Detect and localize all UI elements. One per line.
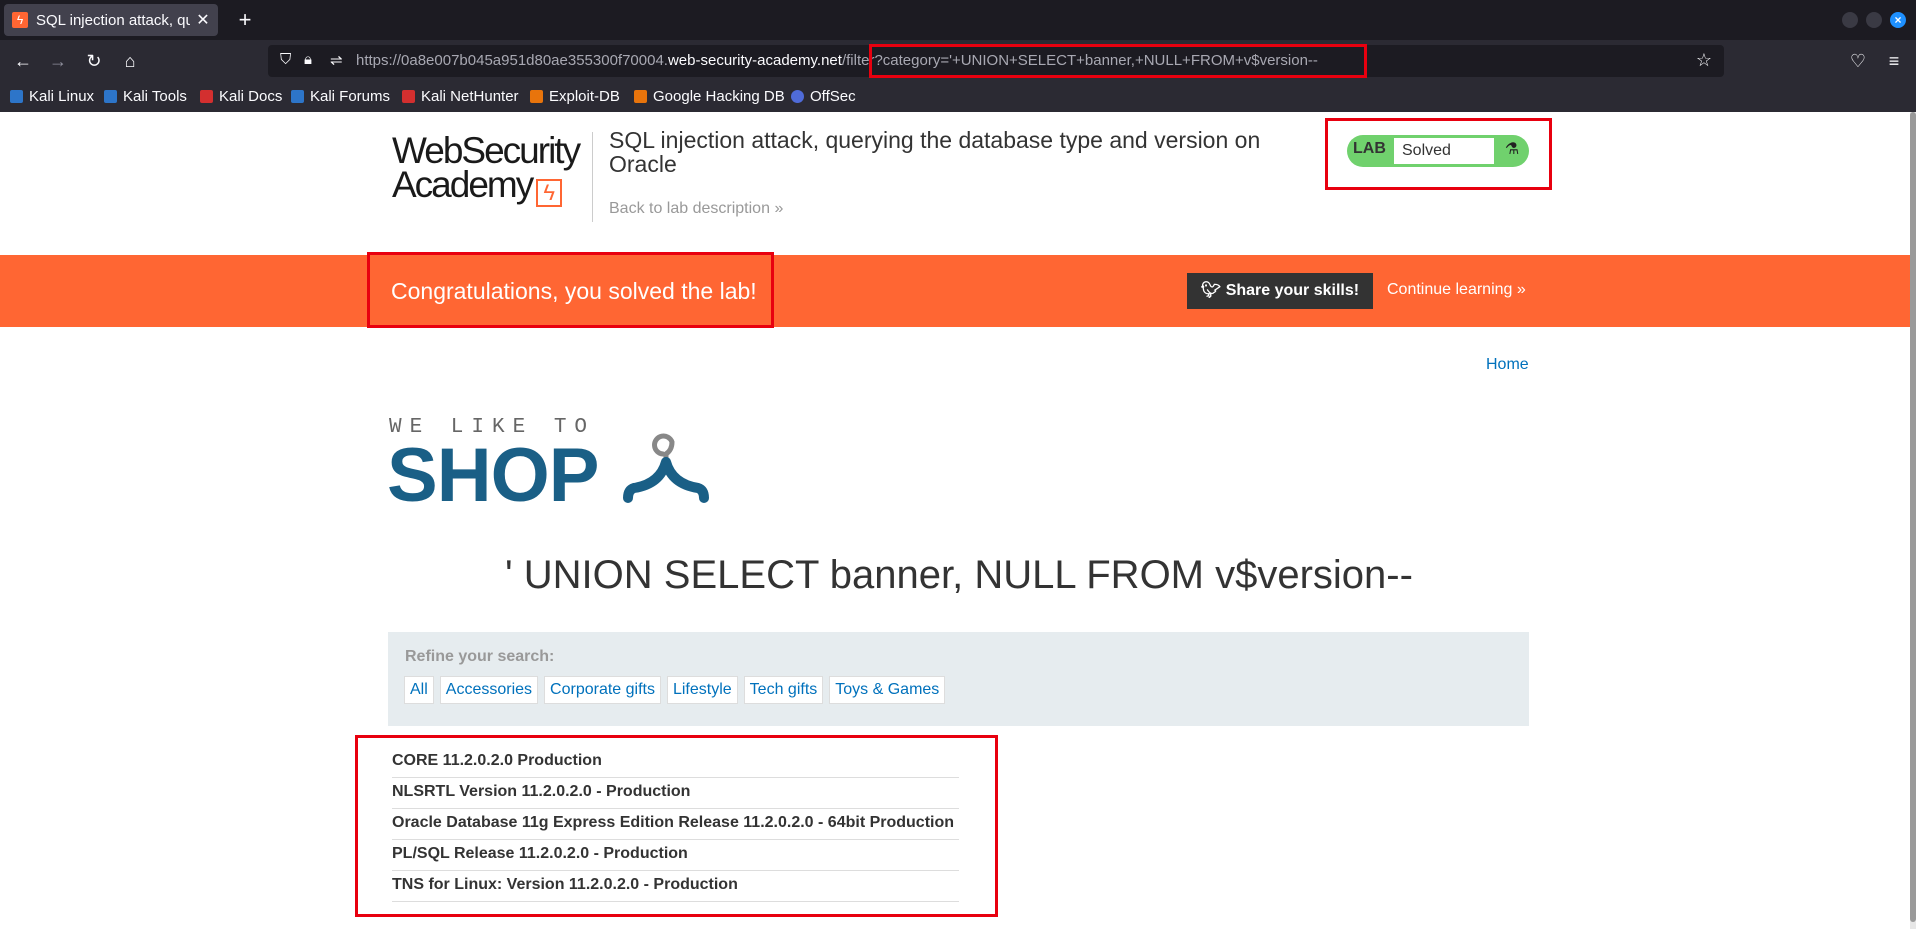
flash-icon: ϟ — [536, 178, 563, 207]
active-tab[interactable]: ϟ SQL injection attack, querying the ✕ — [4, 4, 218, 36]
url-bar[interactable]: ⛉ 🔒︎ ⇌ https://0a8e007b045a951d80ae35530… — [268, 44, 1724, 78]
lab-label: LAB — [1353, 140, 1386, 157]
scrollbar-thumb[interactable] — [1910, 112, 1916, 922]
home-icon[interactable]: ⌂ — [117, 49, 143, 73]
bookmark-kali-linux[interactable]: Kali Linux — [10, 88, 94, 105]
table-row: Oracle Database 11g Express Edition Rele… — [392, 809, 959, 840]
new-tab-button[interactable]: + — [232, 7, 258, 33]
ghdb-icon — [634, 90, 647, 103]
share-skills-button[interactable]: 🐦︎ Share your skills! — [1187, 273, 1373, 309]
bookmark-kali-docs[interactable]: Kali Docs — [200, 88, 282, 105]
logo-divider — [592, 132, 593, 222]
table-row: NLSRTL Version 11.2.0.2.0 - Production — [392, 778, 959, 809]
tab-title: SQL injection attack, querying the — [36, 11, 190, 29]
page-scrollbar[interactable] — [1910, 112, 1916, 929]
lab-title: SQL injection attack, querying the datab… — [609, 127, 1261, 177]
table-row: PL/SQL Release 11.2.0.2.0 - Production — [392, 840, 959, 871]
lightning-icon: ϟ — [12, 12, 28, 28]
kali-tools-icon — [104, 90, 117, 103]
pocket-icon[interactable]: ♡ — [1845, 49, 1871, 73]
table-row: CORE 11.2.0.2.0 Production — [392, 747, 959, 778]
shop-logo-text: SHOP — [387, 433, 599, 518]
bookmark-kali-tools[interactable]: Kali Tools — [104, 88, 187, 105]
double-chevron-icon: » — [1516, 281, 1526, 298]
category-lifestyle[interactable]: Lifestyle — [666, 676, 738, 704]
logo-line1: WebSecurity — [392, 130, 581, 171]
tab-bar: ϟ SQL injection attack, querying the ✕ +… — [0, 0, 1916, 40]
kali-docs-icon — [200, 90, 213, 103]
offsec-icon — [791, 90, 804, 103]
refine-search-label: Refine your search: — [405, 648, 555, 665]
maximize-button[interactable] — [1866, 12, 1882, 28]
bookmarks-bar: Kali Linux Kali Tools Kali Docs Kali For… — [0, 82, 1916, 112]
category-tech-gifts[interactable]: Tech gifts — [743, 676, 824, 704]
we-like-to-shop-logo: WE LIKE TO SHOP — [387, 416, 739, 526]
hanger-icon — [623, 433, 709, 503]
results-highlight-box: CORE 11.2.0.2.0 Production NLSRTL Versio… — [355, 735, 998, 917]
exploit-db-icon — [530, 90, 543, 103]
home-link[interactable]: Home — [1486, 356, 1529, 374]
filter-panel: Refine your search: All Accessories Corp… — [388, 632, 1529, 726]
close-window-button[interactable]: × — [1890, 12, 1906, 28]
shield-icon[interactable]: ⛉ — [280, 51, 291, 68]
continue-learning-link[interactable]: Continue learning » — [1387, 281, 1526, 299]
lab-status-highlight-box: LAB Solved ⚗ — [1325, 118, 1552, 190]
bookmark-kali-forums[interactable]: Kali Forums — [291, 88, 390, 105]
table-row: TNS for Linux: Version 11.2.0.2.0 - Prod… — [392, 871, 959, 902]
minimize-button[interactable] — [1842, 12, 1858, 28]
web-security-academy-logo[interactable]: WebSecurity Academy ϟ — [392, 130, 588, 210]
flask-icon: ⚗ — [1504, 141, 1520, 158]
lab-status-text: Solved — [1394, 138, 1494, 164]
bookmark-offsec[interactable]: OffSec — [791, 88, 856, 105]
bookmark-star-icon[interactable]: ☆ — [1696, 50, 1712, 71]
double-chevron-icon: » — [774, 200, 784, 217]
congrats-highlight-box: Congratulations, you solved the lab! — [367, 252, 774, 328]
page-heading: ' UNION SELECT banner, NULL FROM v$versi… — [505, 553, 1413, 597]
bookmark-google-hacking-db[interactable]: Google Hacking DB — [634, 88, 785, 105]
category-corporate-gifts[interactable]: Corporate gifts — [544, 676, 661, 704]
nethunter-icon — [402, 90, 415, 103]
category-toys-games[interactable]: Toys & Games — [829, 676, 946, 704]
bookmark-kali-nethunter[interactable]: Kali NetHunter — [402, 88, 519, 105]
congratulations-message: Congratulations, you solved the lab! — [391, 278, 757, 304]
back-arrow-icon[interactable]: ← — [10, 49, 36, 73]
twitter-icon: 🐦︎ — [1200, 282, 1222, 299]
page-content: WebSecurity Academy ϟ SQL injection attac… — [0, 112, 1910, 929]
kali-icon — [10, 90, 23, 103]
lab-status-badge: LAB Solved ⚗ — [1347, 135, 1529, 167]
url-highlight-box — [869, 44, 1367, 78]
category-all[interactable]: All — [404, 676, 434, 704]
category-filters: All Accessories Corporate gifts Lifestyl… — [404, 676, 951, 704]
navigation-bar: ← → ↻ ⌂ ⛉ 🔒︎ ⇌ https://0a8e007b045a951d8… — [0, 40, 1916, 82]
menu-icon[interactable]: ≡ — [1881, 49, 1907, 73]
permissions-icon[interactable]: ⇌ — [330, 51, 343, 69]
logo-line2: Academy — [392, 164, 534, 205]
solved-banner: Congratulations, you solved the lab! 🐦︎ … — [0, 252, 1910, 328]
lock-icon[interactable]: 🔒︎ — [304, 51, 312, 68]
bookmark-exploit-db[interactable]: Exploit-DB — [530, 88, 620, 105]
forward-arrow-icon[interactable]: → — [45, 49, 71, 73]
reload-icon[interactable]: ↻ — [81, 49, 107, 73]
kali-forums-icon — [291, 90, 304, 103]
results-table: CORE 11.2.0.2.0 Production NLSRTL Versio… — [392, 747, 959, 902]
close-tab-icon[interactable]: ✕ — [196, 10, 210, 30]
back-to-lab-description-link[interactable]: Back to lab description » — [609, 200, 783, 218]
category-accessories[interactable]: Accessories — [439, 676, 539, 704]
